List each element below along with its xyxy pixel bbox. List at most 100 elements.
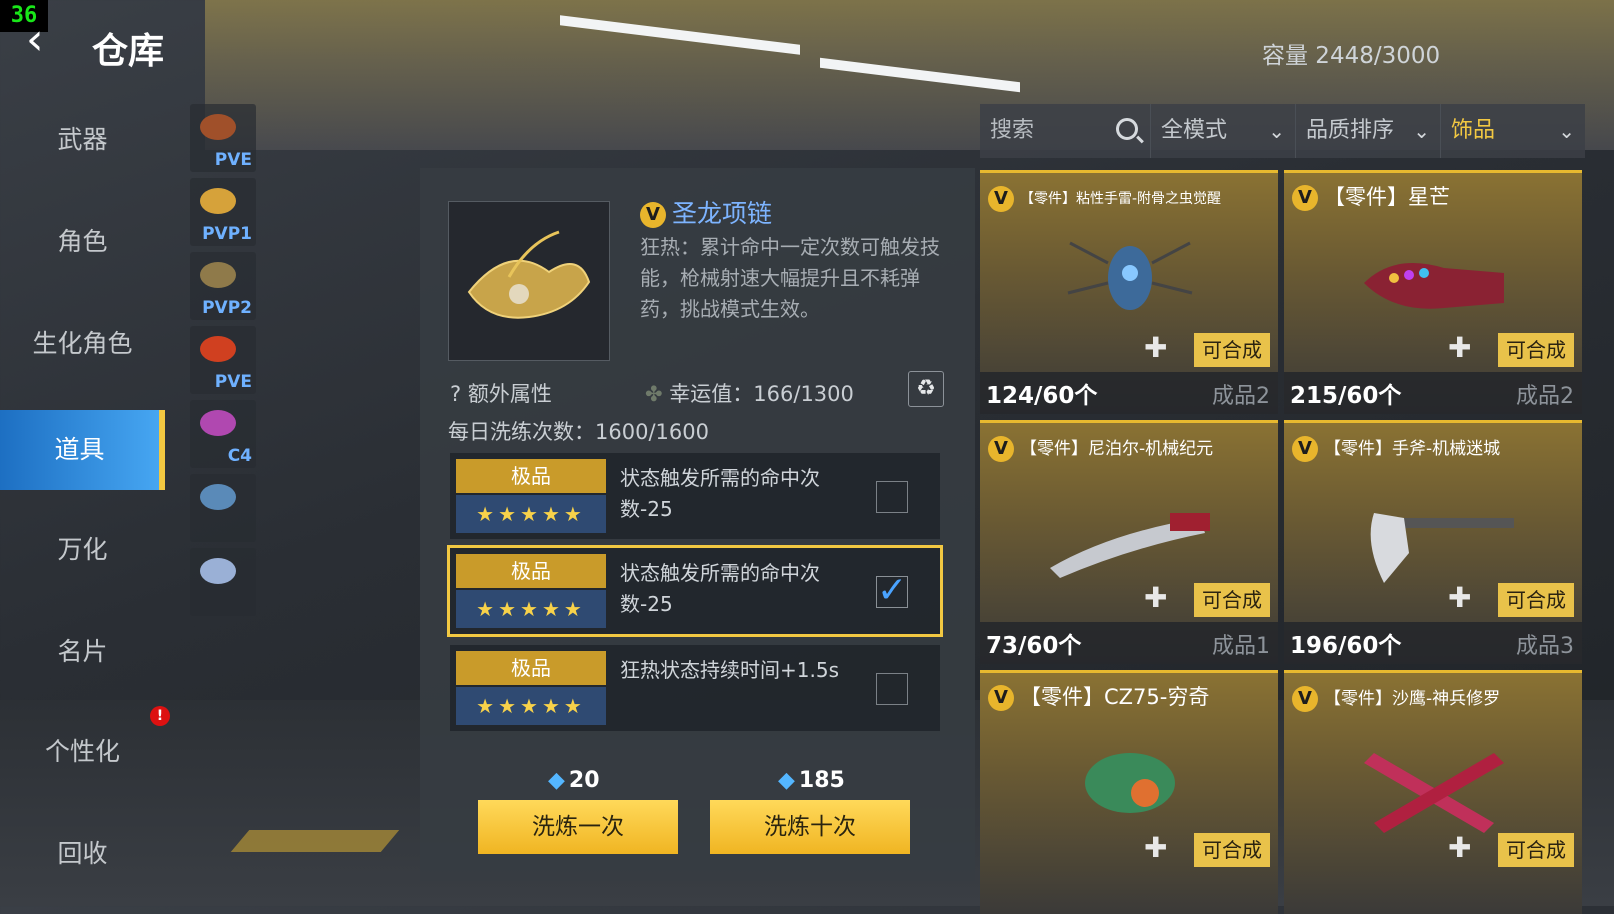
diamond-icon: ◆ (778, 768, 795, 793)
option-checkbox[interactable] (876, 481, 908, 513)
composable-badge[interactable]: 可合成 (1194, 333, 1270, 367)
subtab-item[interactable] (190, 474, 256, 542)
search-icon[interactable] (1116, 118, 1138, 140)
mode-dropdown[interactable]: 全模式 ⌄ (1150, 104, 1295, 158)
v-quality-icon: V (988, 436, 1014, 462)
recycle-icon[interactable]: ♻ (908, 371, 944, 407)
composable-badge[interactable]: 可合成 (1498, 833, 1574, 867)
v-quality-icon: V (988, 186, 1014, 212)
part-card[interactable]: V 【零件】星芒 ✚ 可合成 215/60个 成品2 (1284, 170, 1582, 414)
knife-icon (1050, 513, 1210, 578)
refine-ten-button[interactable]: 洗炼十次 (710, 800, 910, 854)
composable-badge[interactable]: 可合成 (1498, 333, 1574, 367)
option-text: 状态触发所需的命中次数-25 (620, 561, 820, 616)
alert-icon: ! (150, 706, 170, 726)
refine-once-button[interactable]: 洗炼一次 (478, 800, 678, 854)
puzzle-icon: ✚ (1448, 831, 1472, 864)
sidebar-item-weapons[interactable]: 武器 (0, 100, 165, 180)
composable-badge[interactable]: 可合成 (1194, 833, 1270, 867)
star-rating: ★★★★★ (456, 687, 606, 725)
puzzle-icon: ✚ (1448, 581, 1472, 614)
star-rating: ★★★★★ (456, 495, 606, 533)
part-name-text: 【零件】尼泊尔-机械纪元 (1020, 439, 1214, 459)
part-card[interactable]: V 【零件】沙鹰-神兵修罗 ✚ 可合成 (1284, 670, 1582, 914)
subtab-item[interactable]: PVE (190, 104, 256, 172)
subtab-item[interactable] (190, 548, 256, 616)
subtab-item[interactable]: PVE (190, 326, 256, 394)
subtab-label: PVP2 (202, 298, 252, 318)
accessory-icon (200, 188, 236, 214)
accessory-icon (200, 262, 236, 288)
category-value: 饰品 (1451, 118, 1496, 143)
sidebar-item-personalize[interactable]: 个性化 (0, 712, 165, 792)
accessory-icon (200, 336, 236, 362)
option-checkbox-checked[interactable]: ✓ (876, 573, 908, 609)
sidebar-item-wanhua[interactable]: 万化 (0, 510, 165, 590)
dragon-necklace-icon (467, 230, 591, 319)
refine-option[interactable]: 极品 ★★★★★ 状态触发所需的命中次数-25 (450, 453, 940, 539)
parts-grid: V 【零件】粘性手雷-附骨之虫觉醒 ✚ 可合成 124/60个 成品2 V 【零件】星… (980, 170, 1590, 914)
v-quality-icon: V (1292, 185, 1318, 211)
daily-refine-count: 每日洗练次数：1600/1600 (448, 420, 709, 444)
part-count: 196/60个 (1290, 633, 1402, 659)
item-name: V 圣龙项链 (640, 194, 772, 230)
back-arrow-icon[interactable]: ‹ (26, 18, 70, 64)
card-footer: 73/60个 成品1 (980, 622, 1278, 664)
part-count: 215/60个 (1290, 383, 1402, 409)
star-rating: ★★★★★ (456, 590, 606, 628)
product-count: 成品3 (1516, 634, 1574, 659)
subtab-item[interactable]: PVP1 (190, 178, 256, 246)
part-card[interactable]: V 【零件】尼泊尔-机械纪元 ✚ 可合成 73/60个 成品1 (980, 420, 1278, 664)
part-name: V 【零件】星芒 (1292, 181, 1450, 211)
subtab-item[interactable]: C4 (190, 400, 256, 468)
part-name-text: 【零件】沙鹰-神兵修罗 (1324, 689, 1501, 709)
v-quality-icon: V (1292, 436, 1318, 462)
v-quality-icon: V (1292, 686, 1318, 712)
product-count: 成品1 (1212, 634, 1270, 659)
sort-dropdown[interactable]: 品质排序 ⌄ (1295, 104, 1440, 158)
sidebar-item-characters[interactable]: 角色 (0, 202, 165, 282)
part-name: V 【零件】手斧-机械迷城 (1292, 434, 1500, 462)
refine-option[interactable]: 极品 ★★★★★ 狂热状态持续时间+1.5s (450, 645, 940, 731)
part-name: V 【零件】沙鹰-神兵修罗 (1292, 684, 1500, 712)
card-footer: 124/60个 成品2 (980, 372, 1278, 414)
v-quality-icon: V (988, 685, 1014, 711)
v-quality-icon: V (640, 202, 666, 228)
part-card[interactable]: V 【零件】CZ75-穷奇 ✚ 可合成 (980, 670, 1278, 914)
composable-badge[interactable]: 可合成 (1194, 583, 1270, 617)
gauntlet-icon (1364, 263, 1504, 309)
grade-label: 极品 (456, 651, 606, 685)
card-footer: 215/60个 成品2 (1284, 372, 1582, 414)
part-name-text: 【零件】粘性手雷-附骨之虫觉醒 (1020, 191, 1222, 207)
mode-value: 全模式 (1161, 118, 1228, 143)
filter-bar: 搜索 全模式 ⌄ 品质排序 ⌄ 饰品 ⌄ (980, 104, 1585, 158)
item-detail-panel: V 圣龙项链 狂热：累计命中一定次数可触发技能，枪械射速大幅提升且不耗弹药，挑战模… (420, 168, 975, 881)
sidebar: 武器 角色 生化角色 道具 万化 名片 个性化 回收 (0, 92, 168, 906)
part-card[interactable]: V 【零件】手斧-机械迷城 ✚ 可合成 196/60个 成品3 (1284, 420, 1582, 664)
part-card[interactable]: V 【零件】粘性手雷-附骨之虫觉醒 ✚ 可合成 124/60个 成品2 (980, 170, 1278, 414)
category-dropdown[interactable]: 饰品 ⌄ (1440, 104, 1585, 158)
product-count: 成品2 (1212, 384, 1270, 409)
accessory-icon (200, 410, 236, 436)
figure-icon (200, 558, 236, 584)
puzzle-icon: ✚ (1144, 831, 1168, 864)
extra-attributes[interactable]: ? 额外属性 (450, 378, 552, 408)
search-input[interactable]: 搜索 (980, 104, 1150, 158)
subtab-label: PVE (214, 150, 252, 170)
crossed-pistols-icon (1364, 753, 1504, 833)
luck-text: 幸运值：166/1300 (669, 382, 854, 406)
sidebar-item-items[interactable]: 道具 (0, 410, 165, 490)
diamond-icon: ◆ (548, 768, 565, 793)
subtab-item[interactable]: PVP2 (190, 252, 256, 320)
sidebar-item-recycle[interactable]: 回收 (0, 814, 165, 894)
price-once: ◆ 20 (548, 768, 600, 793)
option-checkbox[interactable] (876, 673, 908, 705)
composable-badge[interactable]: 可合成 (1498, 583, 1574, 617)
refine-option[interactable]: 极品 ★★★★★ 状态触发所需的命中次数-25 ✓ (447, 545, 943, 637)
part-name: V 【零件】CZ75-穷奇 (988, 681, 1209, 711)
chevron-down-icon: ⌄ (1268, 119, 1285, 143)
puzzle-icon: ✚ (1448, 331, 1472, 364)
puzzle-icon: ✚ (1144, 331, 1168, 364)
sidebar-item-namecards[interactable]: 名片 (0, 612, 165, 692)
sidebar-item-bio-characters[interactable]: 生化角色 (0, 304, 165, 384)
